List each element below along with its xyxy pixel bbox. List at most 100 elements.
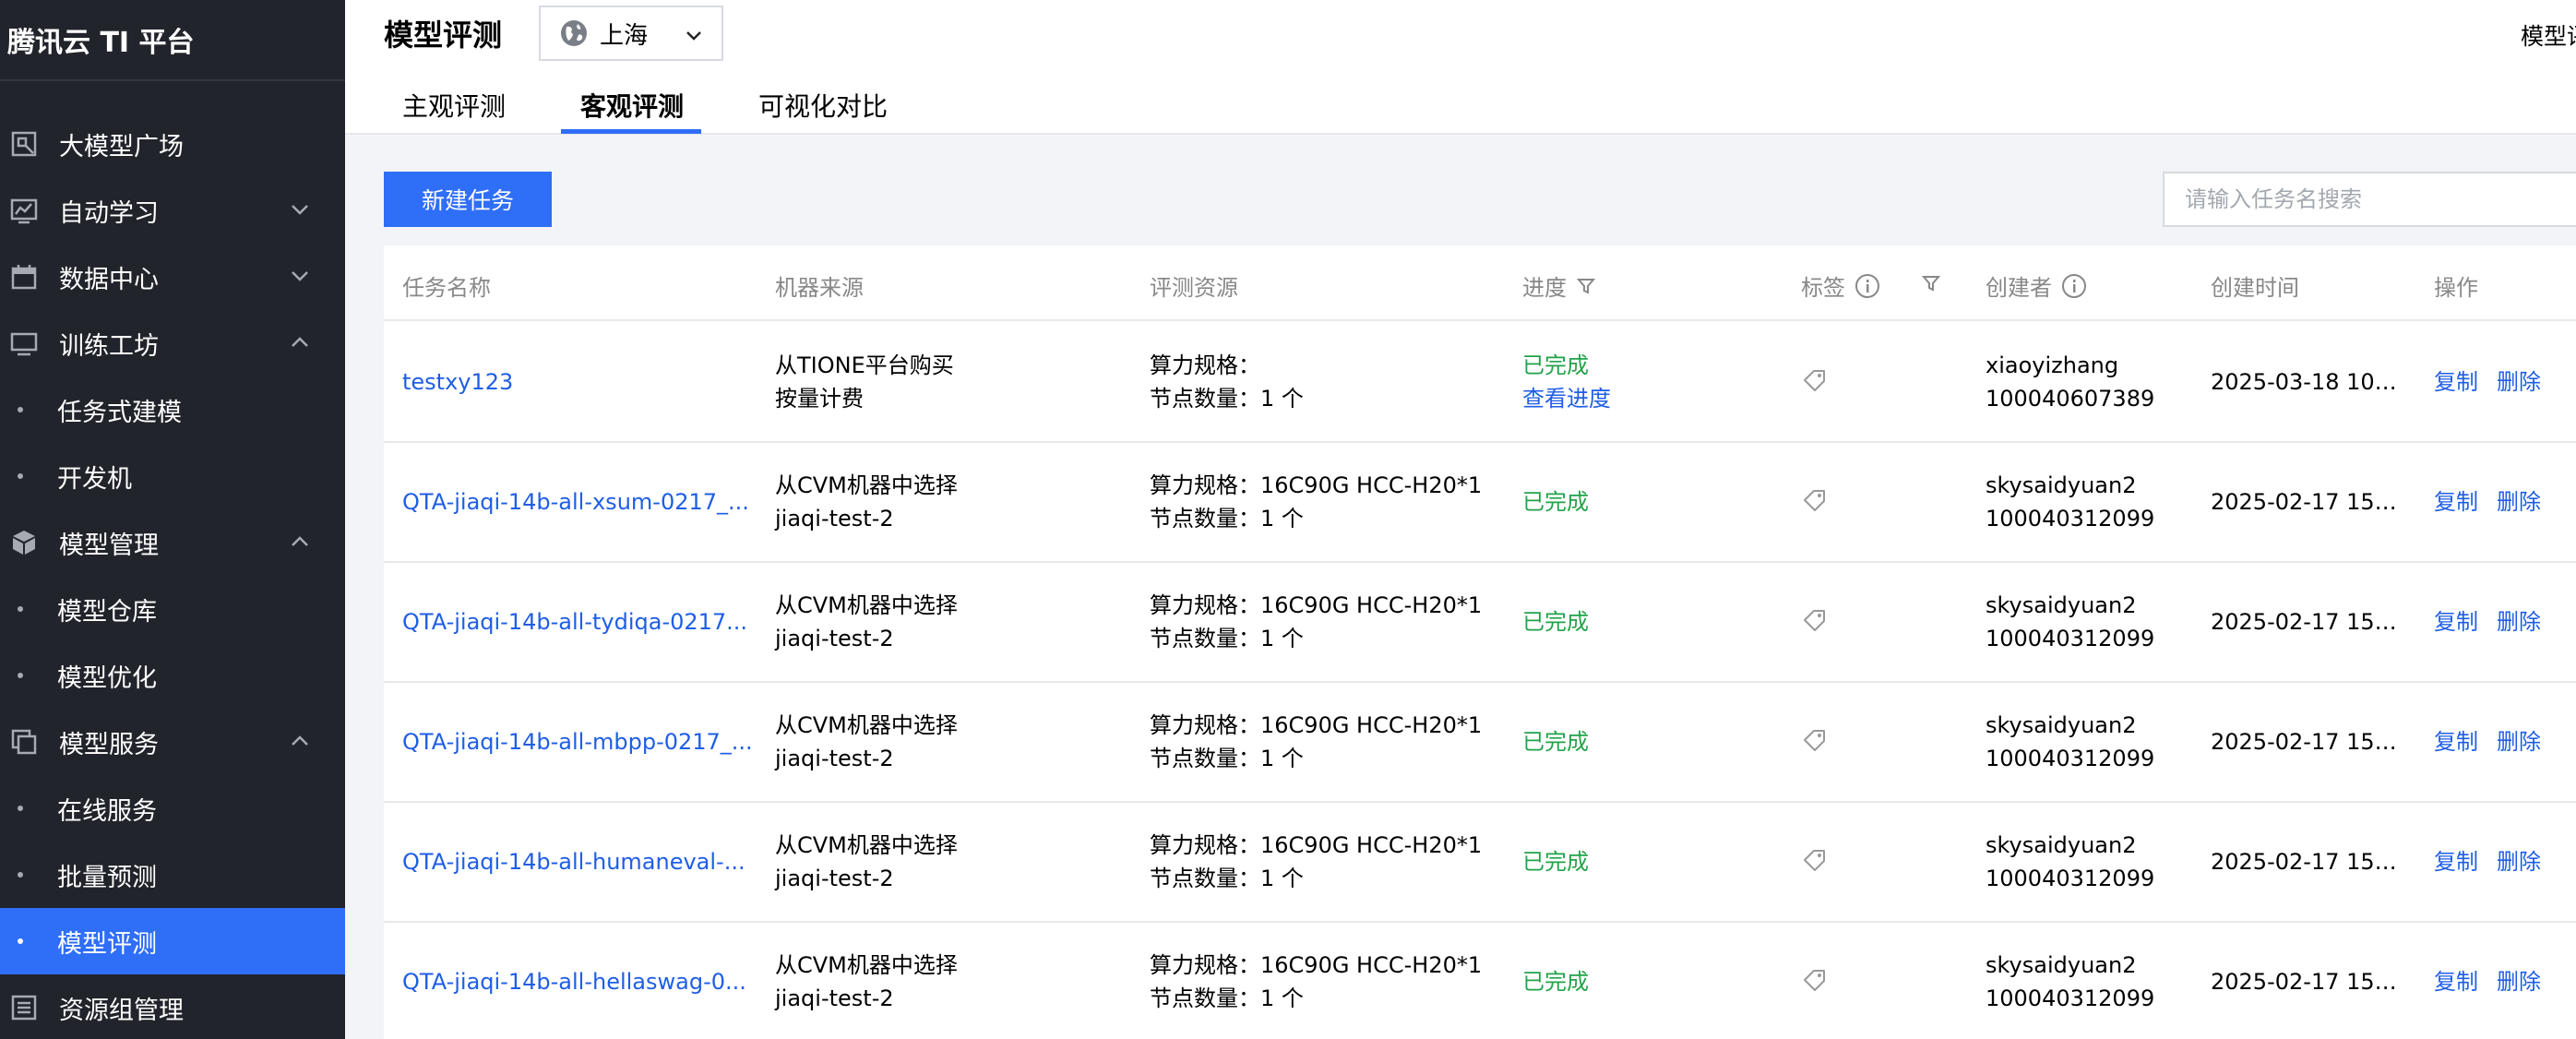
creator: skysaidyuan2 100040312099 bbox=[1986, 832, 2155, 891]
search-input[interactable] bbox=[2163, 172, 2576, 227]
machine-source: 从CVM机器中选择 jiaqi-test-2 bbox=[775, 592, 958, 651]
machine-source: 从CVM机器中选择 jiaqi-test-2 bbox=[775, 472, 958, 531]
status-text: 已完成 bbox=[1522, 849, 1589, 875]
tab-objective[interactable]: 客观评测 bbox=[580, 89, 684, 125]
sidebar-item[interactable]: 自动学习 bbox=[0, 177, 345, 244]
delete-button[interactable]: 删除 bbox=[2497, 849, 2541, 875]
created-time: 2025-02-17 15:... bbox=[2211, 849, 2401, 875]
delete-button[interactable]: 删除 bbox=[2497, 369, 2541, 395]
copy-button[interactable]: 复制 bbox=[2434, 969, 2478, 995]
creator: xiaoyizhang 100040607389 bbox=[1986, 352, 2155, 412]
tag-icon[interactable] bbox=[1801, 847, 1829, 875]
globe-icon bbox=[561, 20, 587, 46]
sidebar-item[interactable]: 任务式建模 bbox=[0, 376, 345, 443]
copy-button[interactable]: 复制 bbox=[2434, 849, 2478, 875]
table-row: testxy123 从TIONE平台购买 按量计费 算力规格： 节点数量：1 个 已完成查… bbox=[384, 323, 2576, 443]
task-name-link[interactable]: QTA-jiaqi-14b-all-mbpp-0217_... bbox=[402, 725, 753, 758]
copy-button[interactable]: 复制 bbox=[2434, 609, 2478, 635]
bullet-icon bbox=[18, 938, 23, 944]
progress-cell: 已完成 查看进度 bbox=[1522, 349, 1611, 415]
machine-source: 从TIONE平台购买 按量计费 bbox=[775, 352, 954, 412]
eval-resource: 算力规格：16C90G HCC-H20*1 节点数量：1 个 bbox=[1150, 712, 1483, 771]
delete-button[interactable]: 删除 bbox=[2497, 609, 2541, 635]
row-actions: 复制 删除 bbox=[2434, 365, 2559, 399]
sidebar-item-label: 大模型广场 bbox=[59, 132, 184, 161]
sidebar-item-label: 开发机 bbox=[57, 464, 132, 494]
copy-button[interactable]: 复制 bbox=[2434, 489, 2478, 515]
sidebar-item[interactable]: 模型服务 bbox=[0, 709, 345, 775]
task-name-link[interactable]: QTA-jiaqi-14b-all-hellaswag-0... bbox=[402, 965, 753, 998]
tag-filter-icon[interactable] bbox=[1921, 273, 1941, 293]
sidebar-item-label: 训练工坊 bbox=[59, 331, 159, 361]
delete-button[interactable]: 删除 bbox=[2497, 969, 2541, 995]
tag-icon[interactable] bbox=[1801, 367, 1829, 395]
sidebar-item[interactable]: 大模型广场 bbox=[0, 111, 345, 177]
sidebar-item[interactable]: 模型仓库 bbox=[0, 576, 345, 642]
sidebar-item-label: 在线服务 bbox=[57, 796, 157, 826]
eval-resource: 算力规格：16C90G HCC-H20*1 节点数量：1 个 bbox=[1150, 952, 1483, 1011]
bullet-icon bbox=[18, 872, 23, 878]
chevron-down-icon bbox=[292, 271, 308, 281]
info-icon[interactable] bbox=[1854, 273, 1880, 299]
new-task-button[interactable]: 新建任务 bbox=[384, 172, 552, 227]
tab-visual-compare[interactable]: 可视化对比 bbox=[758, 89, 888, 125]
task-name-link[interactable]: QTA-jiaqi-14b-all-tydiqa-0217... bbox=[402, 605, 753, 639]
sidebar-item[interactable]: 模型评测 bbox=[0, 908, 345, 974]
column-header-creator: 创建者 bbox=[1986, 269, 2087, 302]
column-header-created-time: 创建时间 bbox=[2211, 275, 2299, 301]
delete-button[interactable]: 删除 bbox=[2497, 729, 2541, 755]
page-title: 模型评测 bbox=[384, 18, 503, 53]
bullet-icon bbox=[18, 473, 23, 479]
row-actions: 复制 删除 bbox=[2434, 605, 2559, 639]
info-icon[interactable] bbox=[2061, 273, 2087, 299]
chevron-down-icon bbox=[292, 205, 308, 215]
main-content: 模型评测 上海 模型评 主观评测 客观评测 可视化对比 新建任务 任务名称 机器… bbox=[345, 0, 2576, 1039]
chevron-up-icon bbox=[292, 536, 308, 546]
filter-icon[interactable] bbox=[1576, 276, 1596, 296]
tag-icon[interactable] bbox=[1801, 607, 1829, 635]
status-text: 已完成 bbox=[1522, 609, 1589, 635]
model-plaza-icon bbox=[7, 127, 41, 161]
sidebar-item-label: 资源组管理 bbox=[59, 996, 184, 1025]
header: 模型评测 上海 模型评 主观评测 客观评测 可视化对比 bbox=[345, 0, 2576, 135]
sidebar-item[interactable]: 在线服务 bbox=[0, 775, 345, 842]
sidebar-item-label: 模型管理 bbox=[59, 531, 159, 560]
task-name-link[interactable]: QTA-jiaqi-14b-all-humaneval-... bbox=[402, 845, 753, 878]
tab-subjective[interactable]: 主观评测 bbox=[402, 89, 506, 125]
region-selector[interactable]: 上海 bbox=[539, 6, 723, 61]
table-row: QTA-jiaqi-14b-all-humaneval-... 从CVM机器中选择… bbox=[384, 803, 2576, 923]
sidebar-item[interactable]: 批量预测 bbox=[0, 842, 345, 908]
sidebar-item[interactable]: 模型管理 bbox=[0, 509, 345, 576]
sidebar-item[interactable]: 资源组管理 bbox=[0, 974, 345, 1039]
task-name-link[interactable]: testxy123 bbox=[402, 365, 753, 399]
view-progress-link[interactable]: 查看进度 bbox=[1522, 382, 1611, 415]
bullet-icon bbox=[18, 407, 23, 412]
row-actions: 复制 删除 bbox=[2434, 725, 2559, 758]
tag-icon[interactable] bbox=[1801, 487, 1829, 515]
column-header-tag: 标签 bbox=[1801, 269, 1880, 302]
sidebar-item[interactable]: 数据中心 bbox=[0, 244, 345, 310]
machine-source: 从CVM机器中选择 jiaqi-test-2 bbox=[775, 712, 958, 771]
sidebar-item[interactable]: 训练工坊 bbox=[0, 310, 345, 376]
monitor-icon bbox=[7, 327, 41, 360]
sidebar-item-label: 任务式建模 bbox=[57, 398, 182, 427]
progress-cell: 已完成 bbox=[1522, 725, 1589, 758]
task-name-link[interactable]: QTA-jiaqi-14b-all-xsum-0217_... bbox=[402, 485, 753, 519]
table-row: QTA-jiaqi-14b-all-mbpp-0217_... 从CVM机器中选择… bbox=[384, 683, 2576, 803]
sidebar: 腾讯云 TI 平台 大模型广场自动学习 数据中心训练工坊任务式建模开发机模型管理模… bbox=[0, 0, 345, 1039]
sidebar-item-label: 批量预测 bbox=[57, 863, 157, 892]
copy-button[interactable]: 复制 bbox=[2434, 369, 2478, 395]
delete-button[interactable]: 删除 bbox=[2497, 489, 2541, 515]
cube-icon bbox=[7, 526, 41, 559]
copy-icon bbox=[7, 725, 41, 758]
progress-cell: 已完成 bbox=[1522, 485, 1589, 519]
sidebar-item[interactable]: 开发机 bbox=[0, 443, 345, 509]
sidebar-item[interactable]: 模型优化 bbox=[0, 642, 345, 709]
tag-icon[interactable] bbox=[1801, 727, 1829, 755]
copy-button[interactable]: 复制 bbox=[2434, 729, 2478, 755]
column-header-resource: 评测资源 bbox=[1150, 275, 1238, 301]
tag-icon[interactable] bbox=[1801, 967, 1829, 995]
column-header-source: 机器来源 bbox=[775, 275, 864, 301]
app-title: 腾讯云 TI 平台 bbox=[0, 0, 345, 81]
top-right-label: 模型评 bbox=[2521, 23, 2576, 50]
